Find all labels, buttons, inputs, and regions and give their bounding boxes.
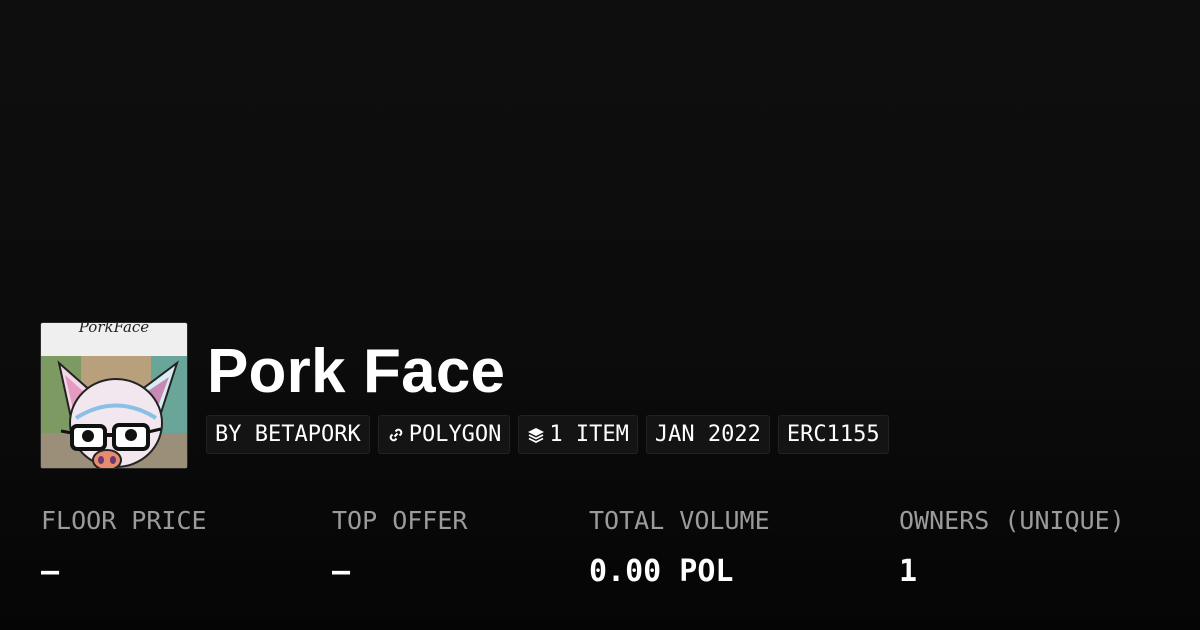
creator-tag-label: BY BETAPORK	[215, 422, 361, 447]
floor-price-value: –	[41, 554, 60, 589]
chain-tag[interactable]: POLYGON	[377, 415, 511, 454]
avatar-caption: PorkFace	[78, 323, 150, 336]
standard-tag[interactable]: ERC1155	[777, 415, 889, 454]
collection-tags: BY BETAPORK POLYGON 1 ITEM JAN 2022 ERC1…	[206, 415, 889, 454]
floor-price-label: FLOOR PRICE	[41, 506, 207, 535]
total-volume-value: 0.00 POL	[589, 554, 734, 589]
date-tag-label: JAN 2022	[654, 422, 761, 447]
pig-portrait-image: PorkFace	[41, 323, 187, 468]
date-tag[interactable]: JAN 2022	[645, 415, 770, 454]
owners-label: OWNERS (UNIQUE)	[899, 506, 1125, 535]
items-tag-label: 1 ITEM	[549, 422, 629, 447]
owners-value: 1	[899, 554, 918, 589]
top-offer-value: –	[332, 554, 351, 589]
collection-avatar[interactable]: PorkFace	[40, 322, 188, 469]
total-volume-label: TOTAL VOLUME	[589, 506, 770, 535]
link-icon	[387, 426, 405, 444]
layers-icon	[527, 426, 545, 444]
standard-tag-label: ERC1155	[786, 422, 880, 447]
items-tag[interactable]: 1 ITEM	[518, 415, 638, 454]
top-offer-label: TOP OFFER	[332, 506, 468, 535]
collection-title: Pork Face	[207, 337, 506, 406]
creator-tag[interactable]: BY BETAPORK	[206, 415, 370, 454]
chain-tag-label: POLYGON	[408, 422, 502, 447]
